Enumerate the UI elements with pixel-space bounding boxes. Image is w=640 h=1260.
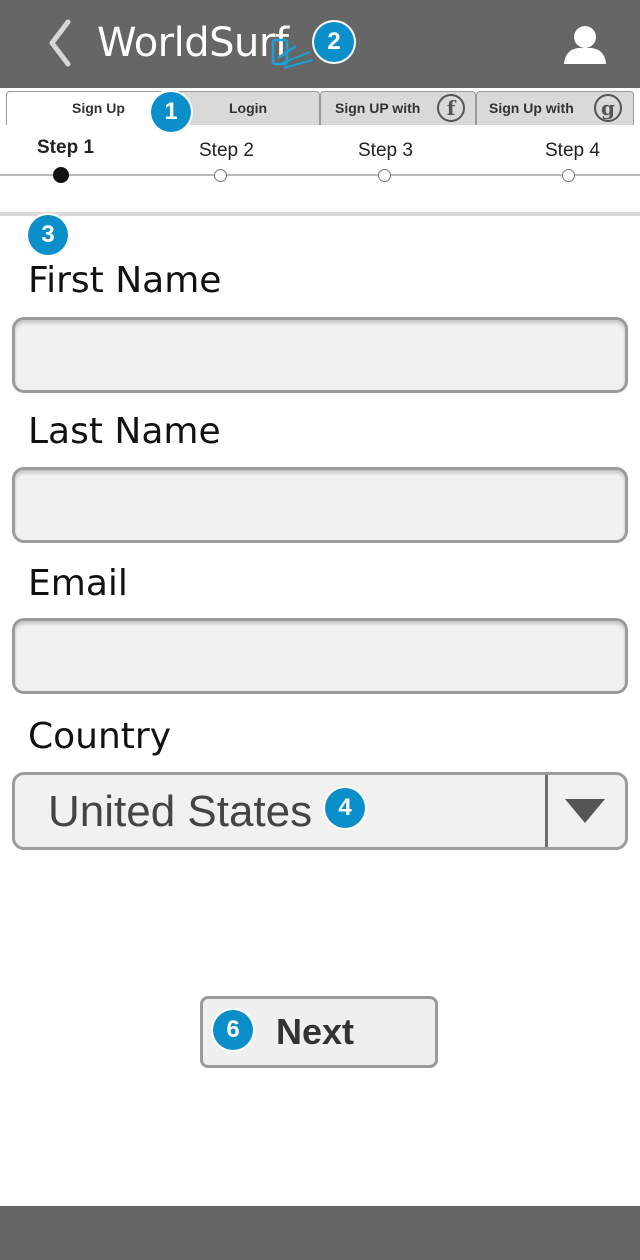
step-label-3: Step 3 bbox=[358, 140, 413, 161]
email-input[interactable] bbox=[12, 618, 628, 694]
annotation-badge-2: 2 bbox=[314, 22, 354, 62]
tabs-divider bbox=[0, 212, 640, 216]
phone-signal-logo-icon bbox=[271, 38, 313, 69]
facebook-icon: f bbox=[437, 94, 465, 122]
first-name-input[interactable] bbox=[12, 317, 628, 393]
google-icon: g bbox=[594, 94, 622, 122]
step-progress: Step 1 Step 2 Step 3 Step 4 bbox=[0, 128, 640, 188]
step-dot bbox=[562, 169, 575, 182]
user-icon[interactable] bbox=[562, 24, 608, 66]
step-track bbox=[0, 174, 640, 176]
annotation-badge-4: 4 bbox=[325, 788, 365, 828]
tab-sign-up[interactable]: Sign Up bbox=[6, 91, 164, 125]
auth-tabs: Sign Up Login Sign UP with f Sign Up wit… bbox=[0, 88, 640, 216]
first-name-label: First Name bbox=[28, 260, 222, 301]
step-label-4: Step 4 bbox=[545, 140, 600, 161]
step-dot bbox=[378, 169, 391, 182]
last-name-input[interactable] bbox=[12, 467, 628, 543]
last-name-label: Last Name bbox=[28, 411, 221, 452]
step-label-2: Step 2 bbox=[199, 140, 254, 161]
country-select[interactable]: United States bbox=[12, 772, 628, 850]
step-dot bbox=[214, 169, 227, 182]
tab-label: Sign UP with bbox=[335, 100, 421, 116]
annotation-badge-3: 3 bbox=[28, 215, 68, 255]
tab-sign-up-google[interactable]: Sign Up with g bbox=[476, 91, 634, 125]
step-dot-current bbox=[53, 167, 69, 183]
next-button-label: Next bbox=[276, 1011, 355, 1052]
chevron-left-icon[interactable] bbox=[44, 18, 76, 68]
tab-label: Sign Up with bbox=[489, 100, 574, 116]
app-footer bbox=[0, 1206, 640, 1260]
annotation-badge-1: 1 bbox=[151, 92, 191, 132]
tab-label: Sign Up bbox=[72, 100, 125, 116]
email-label: Email bbox=[28, 563, 128, 604]
app-title: WorldSurf bbox=[97, 20, 289, 66]
country-label: Country bbox=[28, 716, 172, 757]
country-select-value: United States bbox=[48, 787, 313, 836]
select-divider bbox=[545, 775, 548, 847]
tab-sign-up-facebook[interactable]: Sign UP with f bbox=[320, 91, 476, 125]
tab-label: Login bbox=[229, 100, 268, 116]
app-header: WorldSurf 2 bbox=[0, 0, 640, 88]
chevron-down-icon[interactable] bbox=[563, 797, 607, 825]
annotation-badge-6: 6 bbox=[213, 1010, 253, 1050]
step-label-1: Step 1 bbox=[37, 137, 95, 158]
